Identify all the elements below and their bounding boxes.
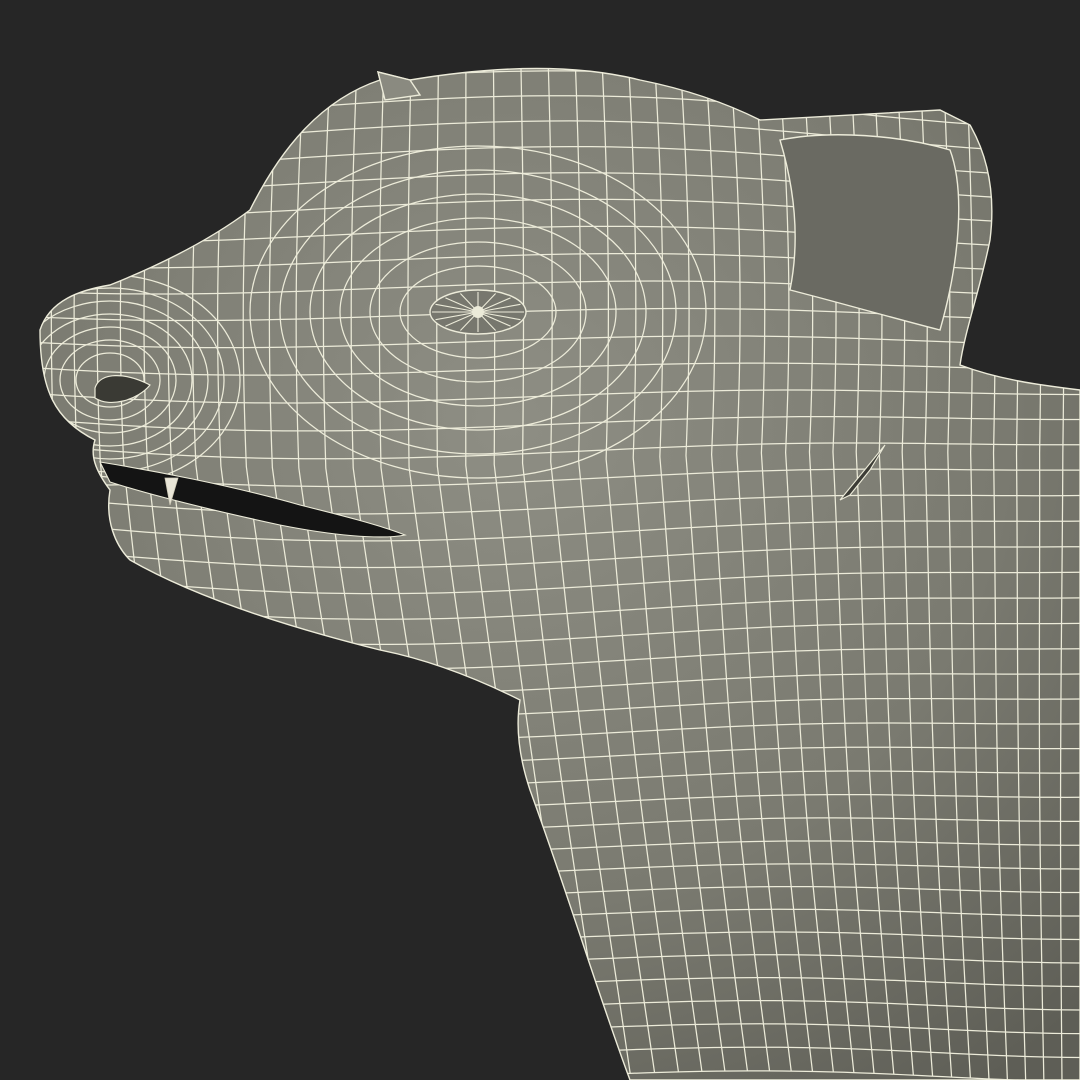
wireframe-model (0, 0, 1080, 1080)
mesh-edge (0, 0, 1080, 9)
mesh-edge (0, 22, 1080, 57)
ear-tip (377, 71, 422, 101)
mesh-edge (40, 68, 63, 1079)
eye (429, 289, 527, 335)
mesh-edge (6, 0, 31, 1077)
viewport-canvas (0, 0, 1080, 1080)
mesh-edge (0, 0, 1080, 34)
mesh-edge (50, 68, 94, 1080)
